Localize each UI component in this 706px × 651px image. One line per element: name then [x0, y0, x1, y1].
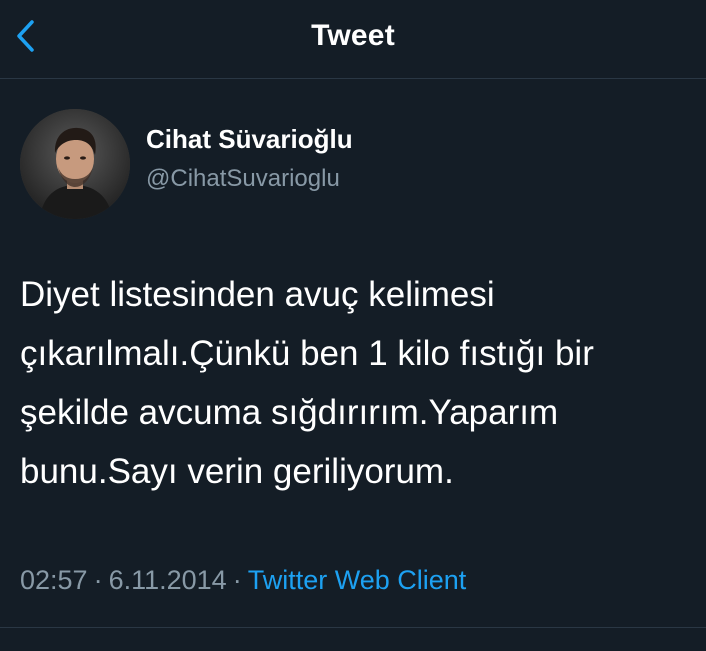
tweet-detail: Cihat Süvarioğlu @CihatSuvarioglu Diyet …	[0, 79, 706, 651]
tweet-text-line: bunu.Sayı verin geriliyorum.	[20, 452, 454, 491]
avatar[interactable]	[20, 109, 130, 219]
page-title: Tweet	[311, 19, 395, 52]
tweet-text-line: şekilde avcuma sığdırırım.Yaparım	[20, 393, 559, 432]
tweet-date: 6.11.2014	[108, 565, 227, 595]
meta-separator: ·	[232, 565, 242, 595]
author-handle[interactable]: @CihatSuvarioglu	[146, 165, 340, 193]
tweet-meta: 02:57 · 6.11.2014 · Twitter Web Client	[20, 565, 466, 596]
divider	[0, 627, 706, 628]
meta-separator: ·	[93, 565, 103, 595]
navigation-bar: Tweet	[0, 0, 706, 79]
author-display-name[interactable]: Cihat Süvarioğlu	[146, 124, 353, 155]
tweet-source-link[interactable]: Twitter Web Client	[248, 565, 467, 595]
tweet-text-line: Diyet listesinden avuç kelimesi	[20, 275, 495, 314]
tweet-time: 02:57	[20, 565, 88, 595]
tweet-text-line: çıkarılmalı.Çünkü ben 1 kilo fıstığı bir	[20, 334, 594, 373]
tweet-text: Diyet listesinden avuç kelimesi çıkarılm…	[20, 265, 700, 501]
